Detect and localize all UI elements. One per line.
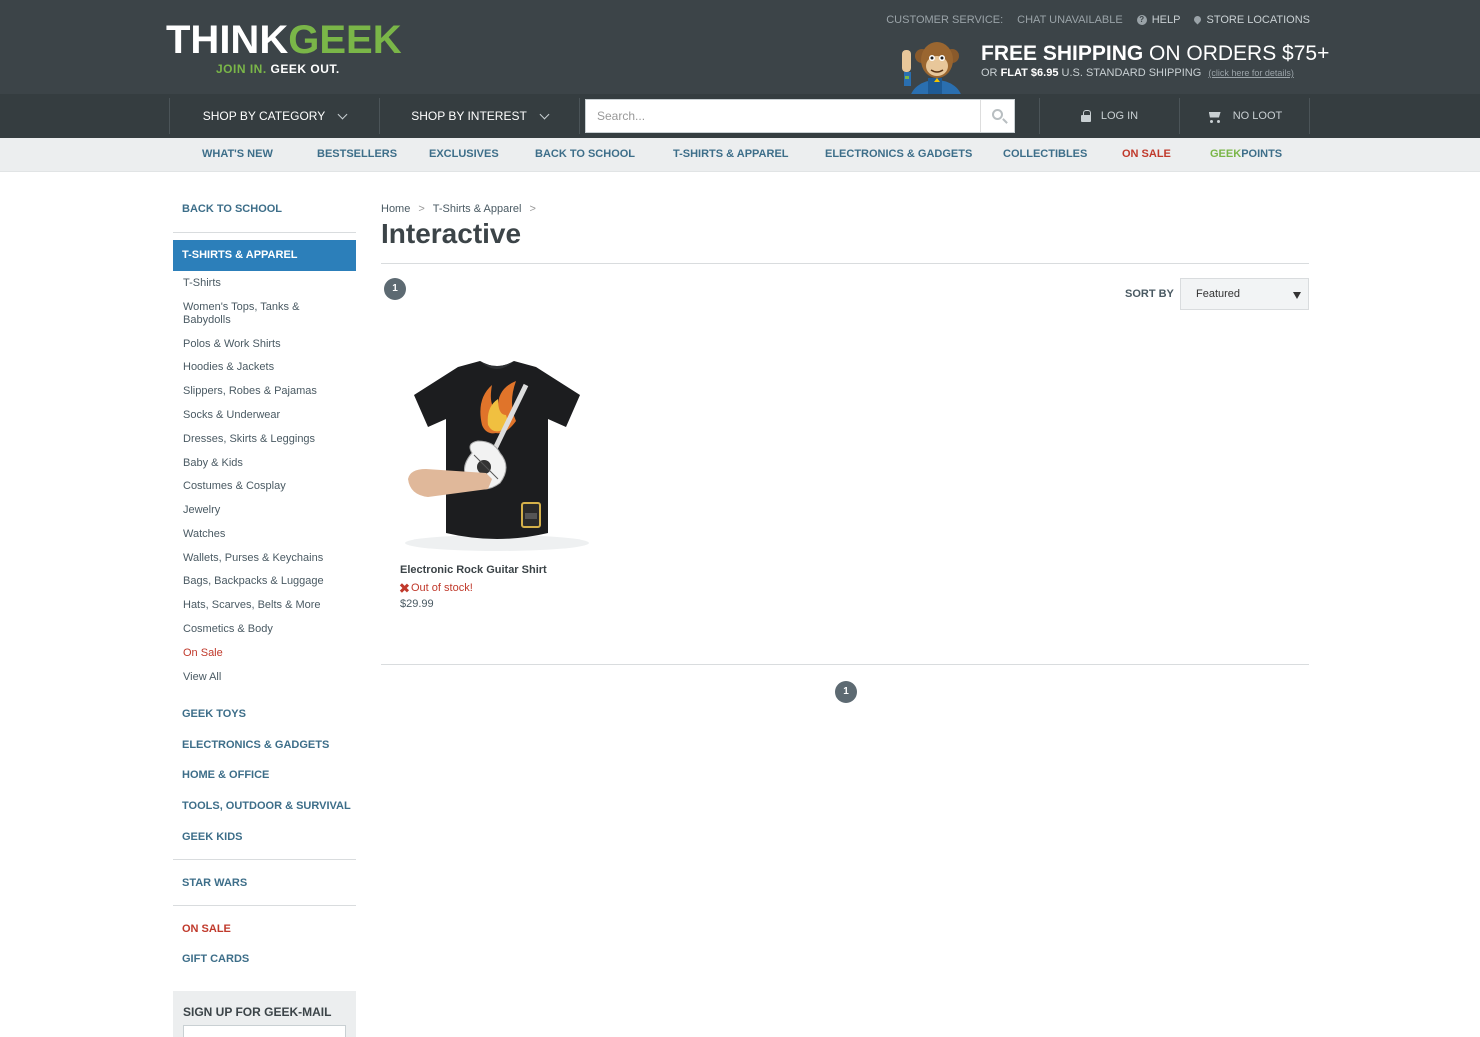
- shop-by-category-dropdown[interactable]: SHOP BY CATEGORY: [169, 98, 379, 134]
- geekmail-title: SIGN UP FOR GEEK-MAIL: [183, 1005, 332, 1019]
- sub-nav-whats-new[interactable]: WHAT'S NEW: [202, 148, 273, 160]
- sidebar-sub-item[interactable]: Hoodies & Jackets: [183, 361, 348, 374]
- logo-tagline: JOIN IN. GEEK OUT.: [216, 62, 340, 76]
- sidebar-sub-item[interactable]: Dresses, Skirts & Leggings: [183, 433, 348, 446]
- sidebar-sub-item-on-sale[interactable]: On Sale: [183, 647, 348, 660]
- header: THINKGEEK JOIN IN. GEEK OUT. CUSTOMER SE…: [0, 0, 1480, 94]
- sort-select[interactable]: Featured: [1180, 278, 1309, 310]
- sidebar-sub-item[interactable]: Slippers, Robes & Pajamas: [183, 385, 348, 398]
- sidebar-sub-item[interactable]: Cosmetics & Body: [183, 623, 348, 636]
- geekmail-email-field[interactable]: [183, 1025, 346, 1037]
- chat-link[interactable]: CHAT UNAVAILABLE: [1017, 14, 1123, 26]
- cart-icon: [1207, 110, 1223, 123]
- dropdown-arrow-icon: [1293, 292, 1301, 299]
- sidebar-geek-kids[interactable]: GEEK KIDS: [182, 831, 243, 843]
- logo-think: THINK: [166, 18, 289, 62]
- sidebar-geek-toys[interactable]: GEEK TOYS: [182, 708, 246, 720]
- flat-shipping-text: OR FLAT $6.95 U.S. STANDARD SHIPPING (cl…: [981, 67, 1294, 79]
- sidebar-sub-item[interactable]: Costumes & Cosplay: [183, 480, 348, 493]
- map-pin-icon: [1194, 16, 1201, 25]
- top-links: CUSTOMER SERVICE: CHAT UNAVAILABLE ? HEL…: [886, 13, 1310, 27]
- sidebar-tools-outdoor-survival[interactable]: TOOLS, OUTDOOR & SURVIVAL: [182, 800, 351, 812]
- breadcrumb-home[interactable]: Home: [381, 203, 410, 215]
- sidebar-divider: [173, 232, 356, 233]
- search-input[interactable]: [586, 100, 980, 132]
- page-title: Interactive: [381, 218, 522, 249]
- product-stock-status: Out of stock!: [400, 582, 473, 594]
- search-button[interactable]: [980, 100, 1014, 132]
- pagination-page-bottom[interactable]: 1: [835, 681, 857, 703]
- geekmail-signup: SIGN UP FOR GEEK-MAIL: [173, 991, 356, 1037]
- sidebar-sub-item[interactable]: T-Shirts: [183, 277, 348, 290]
- sort-by-label: SORT BY: [1125, 288, 1174, 300]
- product-image[interactable]: [400, 355, 594, 555]
- title-divider: [381, 263, 1309, 264]
- sub-nav-exclusives[interactable]: EXCLUSIVES: [429, 148, 499, 160]
- sidebar-home-office[interactable]: HOME & OFFICE: [182, 769, 269, 781]
- list-divider: [381, 664, 1309, 665]
- sub-nav: WHAT'S NEW BESTSELLERS EXCLUSIVES BACK T…: [0, 138, 1480, 172]
- sub-nav-bestsellers[interactable]: BESTSELLERS: [317, 148, 397, 160]
- page: THINKGEEK JOIN IN. GEEK OUT. CUSTOMER SE…: [0, 0, 1480, 1037]
- sidebar-electronics-gadgets[interactable]: ELECTRONICS & GADGETS: [182, 739, 329, 751]
- pagination-page-top[interactable]: 1: [384, 278, 406, 300]
- sidebar-sub-item[interactable]: Women's Tops, Tanks & Babydolls: [183, 301, 348, 327]
- cart-button[interactable]: NO LOOT: [1179, 98, 1310, 134]
- customer-service-label: CUSTOMER SERVICE:: [886, 14, 1004, 26]
- breadcrumb-t-shirts-apparel[interactable]: T-Shirts & Apparel: [433, 203, 522, 215]
- search-box: [585, 99, 1015, 133]
- sidebar-divider: [173, 859, 356, 860]
- lock-icon: [1080, 110, 1091, 122]
- sidebar-on-sale[interactable]: ON SALE: [182, 923, 231, 935]
- sidebar-star-wars[interactable]: STAR WARS: [182, 877, 247, 889]
- sidebar-sub-item[interactable]: Bags, Backpacks & Luggage: [183, 575, 348, 588]
- sidebar-item-t-shirts-apparel[interactable]: T-SHIRTS & APPAREL: [173, 240, 356, 271]
- sub-nav-on-sale[interactable]: ON SALE: [1122, 148, 1171, 160]
- chevron-down-icon: [337, 109, 348, 119]
- timmy-monkey-icon: [902, 42, 961, 94]
- sidebar-gift-cards[interactable]: GIFT CARDS: [182, 953, 249, 965]
- product-price: $29.99: [400, 598, 434, 610]
- sidebar-sub-item[interactable]: Hats, Scarves, Belts & More: [183, 599, 348, 612]
- store-locations-link[interactable]: STORE LOCATIONS: [1194, 14, 1310, 26]
- sub-nav-geekpoints[interactable]: GEEKPOINTS: [1210, 148, 1282, 160]
- help-icon: ?: [1136, 15, 1147, 25]
- sub-nav-collectibles[interactable]: COLLECTIBLES: [1003, 148, 1087, 160]
- breadcrumb: Home > T-Shirts & Apparel >: [381, 203, 536, 215]
- product-name[interactable]: Electronic Rock Guitar Shirt: [400, 564, 547, 576]
- sidebar-sub-item[interactable]: Baby & Kids: [183, 457, 348, 470]
- sidebar-back-to-school[interactable]: BACK TO SCHOOL: [182, 203, 282, 215]
- shop-by-interest-dropdown[interactable]: SHOP BY INTEREST: [379, 98, 579, 134]
- sidebar-sub-item[interactable]: Jewelry: [183, 504, 348, 517]
- sub-nav-t-shirts-apparel[interactable]: T-SHIRTS & APPAREL: [673, 148, 789, 160]
- sidebar-divider: [173, 905, 356, 906]
- sidebar-sub-item[interactable]: Polos & Work Shirts: [183, 338, 348, 351]
- nav-divider: [579, 98, 580, 134]
- breadcrumb-separator: >: [418, 203, 425, 215]
- logo-geek: GEEK: [288, 18, 402, 62]
- sidebar-sub-item-view-all[interactable]: View All: [183, 671, 348, 684]
- thinkgeek-logo[interactable]: THINKGEEK JOIN IN. GEEK OUT.: [166, 20, 402, 78]
- sub-nav-back-to-school[interactable]: BACK TO SCHOOL: [535, 148, 635, 160]
- free-shipping-banner[interactable]: FREE SHIPPING ON ORDERS $75+: [981, 42, 1329, 66]
- shipping-details-link[interactable]: (click here for details): [1208, 68, 1294, 78]
- help-link[interactable]: ? HELP: [1136, 14, 1180, 26]
- sidebar-sub-item[interactable]: Watches: [183, 528, 348, 541]
- sub-nav-electronics-gadgets[interactable]: ELECTRONICS & GADGETS: [825, 148, 972, 160]
- search-icon: [992, 109, 1003, 120]
- main-nav: SHOP BY CATEGORY SHOP BY INTEREST LOG IN: [0, 94, 1480, 138]
- chevron-down-icon: [539, 109, 550, 119]
- sidebar-sub-item[interactable]: Socks & Underwear: [183, 409, 348, 422]
- breadcrumb-separator: >: [529, 203, 536, 215]
- sidebar-sub-item[interactable]: Wallets, Purses & Keychains: [183, 552, 348, 565]
- close-icon: [400, 584, 408, 592]
- sort-selected-value: Featured: [1196, 288, 1241, 300]
- login-button[interactable]: LOG IN: [1039, 98, 1179, 134]
